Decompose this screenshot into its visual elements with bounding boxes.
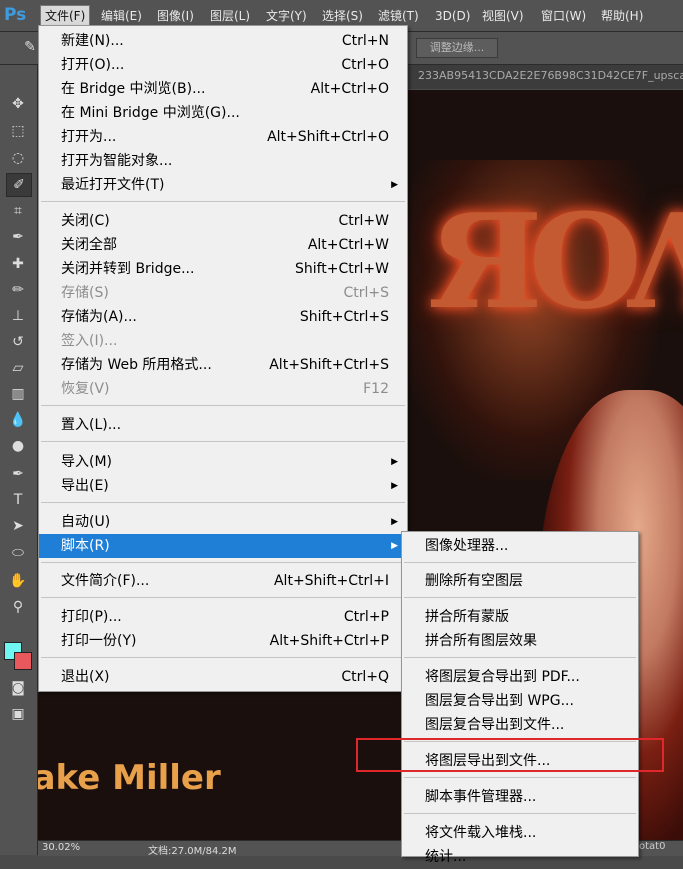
menu-item-browse-bridge[interactable]: 在 Bridge 中浏览(B)... Alt+Ctrl+O [39, 77, 407, 101]
submenu-item-script-events-manager[interactable]: 脚本事件管理器... [402, 785, 638, 809]
brush-tool-icon[interactable]: ✏ [6, 279, 30, 301]
lasso-tool-icon[interactable]: ◌ [6, 147, 30, 169]
menu-view[interactable]: 视图(V) [478, 6, 528, 26]
menu-separator [41, 201, 405, 202]
menu-separator [41, 441, 405, 442]
watermark-text: - Jake Miller [38, 758, 221, 798]
menu-item-print-one-copy[interactable]: 打印一份(Y) Alt+Shift+Ctrl+P [39, 629, 407, 653]
submenu-arrow-icon: ▶ [391, 180, 398, 190]
menu-type[interactable]: 文字(Y) [262, 6, 311, 26]
menu-help[interactable]: 帮助(H) [597, 6, 647, 26]
menu-separator [41, 657, 405, 658]
menu-item-import[interactable]: 导入(M) ▶ [39, 450, 407, 474]
path-selection-tool-icon[interactable]: ➤ [6, 515, 30, 537]
submenu-arrow-icon: ▶ [391, 517, 398, 527]
menu-item-open-smart-object[interactable]: 打开为智能对象... [39, 149, 407, 173]
history-brush-tool-icon[interactable]: ↺ [6, 331, 30, 353]
menu-file[interactable]: 文件(F) [40, 5, 91, 27]
toolbox: ✥ ⬚ ◌ ✐ ⌗ ✒ ✚ ✏ ⊥ ↺ ▱ ▥ 💧 ● ✒ T ➤ ⬭ ✋ ⚲ … [0, 65, 38, 855]
menu-select[interactable]: 选择(S) [318, 6, 367, 26]
menu-separator [404, 597, 636, 598]
submenu-arrow-icon: ▶ [391, 481, 398, 491]
menu-item-close-goto-bridge[interactable]: 关闭并转到 Bridge... Shift+Ctrl+W [39, 257, 407, 281]
gradient-tool-icon[interactable]: ▥ [6, 383, 30, 405]
menu-item-close-all[interactable]: 关闭全部 Alt+Ctrl+W [39, 233, 407, 257]
dodge-tool-icon[interactable]: ● [6, 435, 30, 457]
photoshop-logo: Ps [4, 5, 27, 25]
menu-3d[interactable]: 3D(D) [431, 6, 474, 26]
healing-brush-tool-icon[interactable]: ✚ [6, 253, 30, 275]
marquee-tool-icon[interactable]: ⬚ [6, 120, 30, 142]
menu-separator [41, 405, 405, 406]
file-menu: 新建(N)... Ctrl+N 打开(O)... Ctrl+O 在 Bridge 中… [38, 25, 408, 692]
screen-mode-icon[interactable]: ▣ [6, 703, 30, 725]
artwork-fire-lettering: ЯOΛ [428, 185, 683, 338]
type-tool-icon[interactable]: T [6, 489, 30, 511]
menu-item-new[interactable]: 新建(N)... Ctrl+N [39, 29, 407, 53]
submenu-arrow-icon: ▶ [391, 457, 398, 467]
refine-edge-button[interactable]: 调整边缘... [416, 38, 498, 58]
hand-tool-icon[interactable]: ✋ [6, 570, 30, 592]
menu-separator [41, 597, 405, 598]
menu-item-open-as[interactable]: 打开为... Alt+Shift+Ctrl+O [39, 125, 407, 149]
menu-separator [404, 562, 636, 563]
document-tab[interactable]: 233AB95413CDA2E2E76B98C31D42CE7F_upscay [418, 69, 683, 82]
menu-item-close[interactable]: 关闭(C) Ctrl+W [39, 209, 407, 233]
menu-separator [404, 657, 636, 658]
menu-item-scripts[interactable]: 脚本(R) ▶ [39, 534, 407, 558]
menu-item-place[interactable]: 置入(L)... [39, 413, 407, 437]
menu-item-file-info[interactable]: 文件简介(F)... Alt+Shift+Ctrl+I [39, 569, 407, 593]
eyedropper-tool-icon[interactable]: ✒ [6, 226, 30, 248]
quick-selection-tool-icon[interactable]: ✐ [6, 173, 32, 197]
submenu-item-image-processor[interactable]: 图像处理器... [402, 534, 638, 558]
submenu-item-layer-comps-to-pdf[interactable]: 将图层复合导出到 PDF... [402, 665, 638, 689]
menu-item-exit[interactable]: 退出(X) Ctrl+Q [39, 665, 407, 689]
menu-item-export[interactable]: 导出(E) ▶ [39, 474, 407, 498]
menu-separator [404, 813, 636, 814]
menu-item-recent-files[interactable]: 最近打开文件(T) ▶ [39, 173, 407, 197]
menu-edit[interactable]: 编辑(E) [97, 6, 146, 26]
menu-separator [404, 777, 636, 778]
zoom-tool-icon[interactable]: ⚲ [6, 596, 30, 618]
submenu-arrow-icon: ▶ [391, 541, 398, 551]
menu-separator [41, 562, 405, 563]
menu-item-save[interactable]: 存储(S) Ctrl+S [39, 281, 407, 305]
menu-item-save-for-web[interactable]: 存储为 Web 所用格式... Alt+Shift+Ctrl+S [39, 353, 407, 377]
menu-item-save-as[interactable]: 存储为(A)... Shift+Ctrl+S [39, 305, 407, 329]
move-tool-icon[interactable]: ✥ [6, 93, 30, 115]
submenu-item-load-files-into-stack[interactable]: 将文件载入堆栈... [402, 821, 638, 845]
menu-filter[interactable]: 滤镜(T) [374, 6, 423, 26]
submenu-item-layer-comps-to-wpg[interactable]: 图层复合导出到 WPG... [402, 689, 638, 713]
menu-separator [41, 502, 405, 503]
menu-layer[interactable]: 图层(L) [206, 6, 254, 26]
menu-item-automate[interactable]: 自动(U) ▶ [39, 510, 407, 534]
submenu-item-flatten-layer-effects[interactable]: 拼合所有图层效果 [402, 629, 638, 653]
menu-item-revert[interactable]: 恢复(V) F12 [39, 377, 407, 401]
scripts-submenu: 图像处理器... 删除所有空图层 拼合所有蒙版 拼合所有图层效果 将图层复合导出… [401, 531, 639, 865]
blur-tool-icon[interactable]: 💧 [6, 409, 30, 431]
menu-item-browse-mini-bridge[interactable]: 在 Mini Bridge 中浏览(G)... [39, 101, 407, 125]
clone-stamp-tool-icon[interactable]: ⊥ [6, 305, 30, 327]
background-color-swatch[interactable] [14, 652, 32, 670]
eraser-tool-icon[interactable]: ▱ [6, 357, 30, 379]
submenu-item-flatten-masks[interactable]: 拼合所有蒙版 [402, 605, 638, 629]
submenu-item-statistics[interactable]: 统计... [402, 845, 638, 869]
submenu-item-layer-comps-to-files[interactable]: 图层复合导出到文件... [402, 713, 638, 737]
zoom-level[interactable]: 30.02% [42, 842, 80, 853]
quick-mask-icon[interactable]: ◙ [6, 677, 30, 699]
menu-image[interactable]: 图像(I) [153, 6, 198, 26]
pen-tool-icon[interactable]: ✒ [6, 463, 30, 485]
menu-item-open[interactable]: 打开(O)... Ctrl+O [39, 53, 407, 77]
annotation-highlight-box [356, 738, 664, 772]
crop-tool-icon[interactable]: ⌗ [6, 200, 30, 222]
menu-item-check-in[interactable]: 签入(I)... [39, 329, 407, 353]
shape-tool-icon[interactable]: ⬭ [6, 542, 30, 564]
menu-window[interactable]: 窗口(W) [537, 6, 590, 26]
submenu-item-delete-empty-layers[interactable]: 删除所有空图层 [402, 569, 638, 593]
menu-item-print[interactable]: 打印(P)... Ctrl+P [39, 605, 407, 629]
